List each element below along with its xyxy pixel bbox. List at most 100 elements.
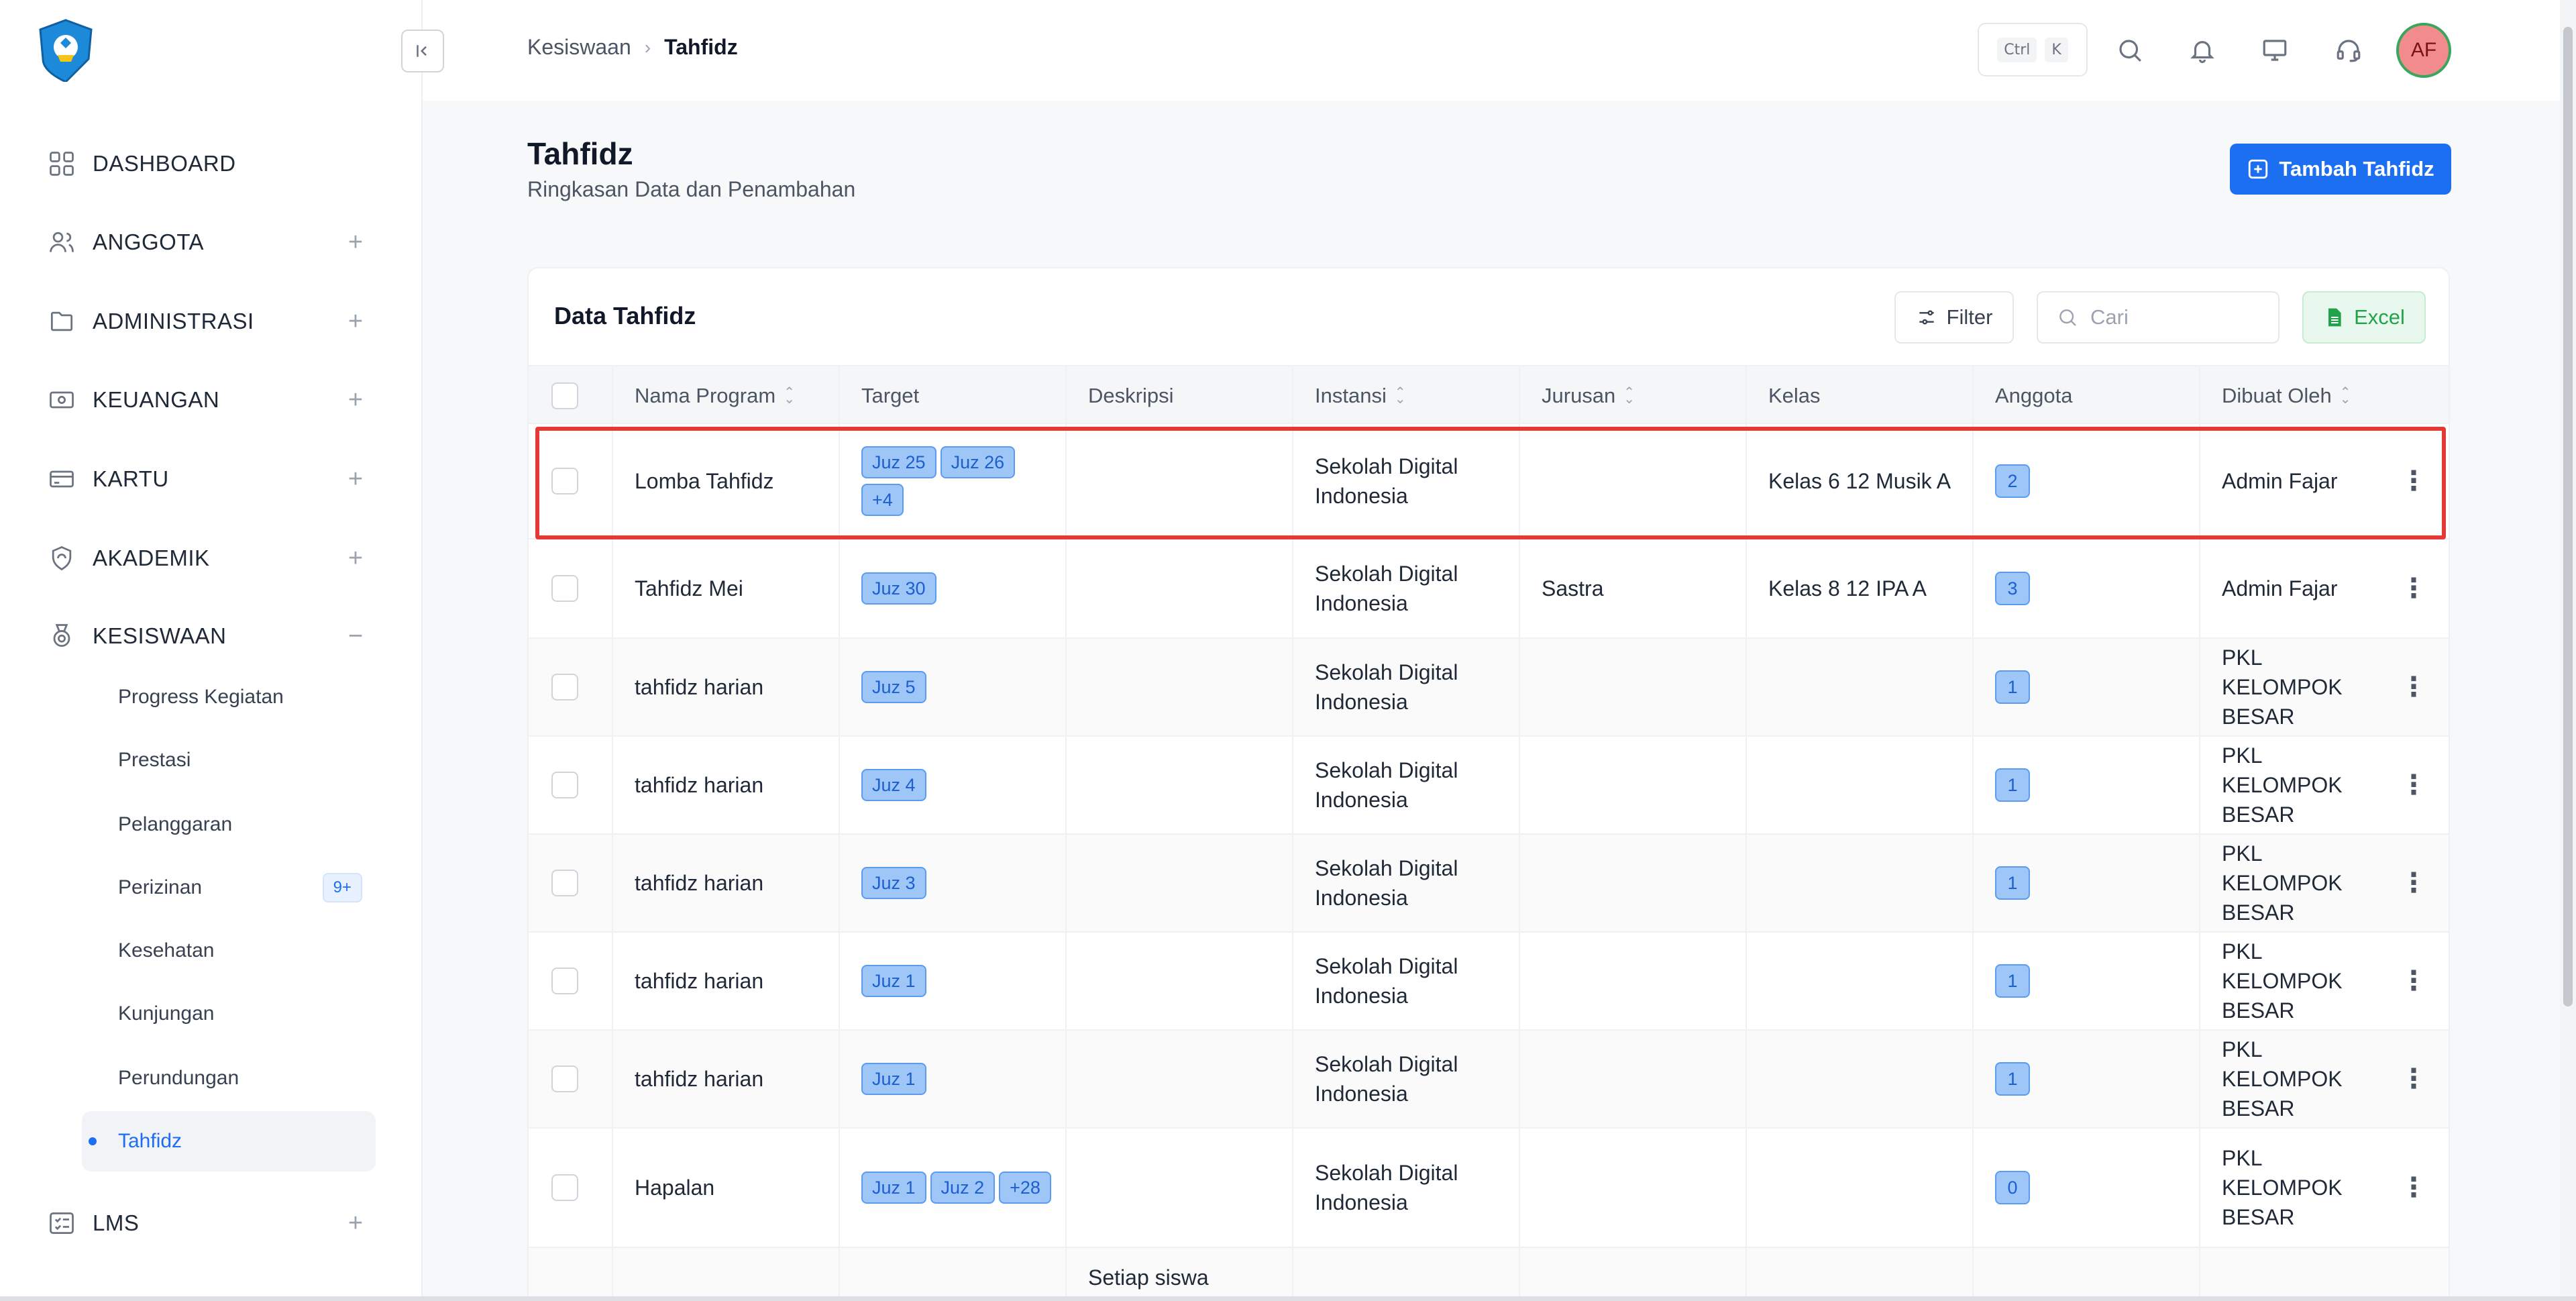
more-vertical-icon[interactable]: ⋮: [2400, 672, 2427, 702]
column-header[interactable]: Instansi ⌃ ⌄: [1315, 366, 1406, 425]
sidebar-sub-pelanggaran[interactable]: Pelanggaran: [82, 794, 376, 855]
more-vertical-icon[interactable]: ⋮: [2400, 574, 2427, 603]
column-header: Target: [861, 366, 919, 425]
expand-icon[interactable]: +: [342, 465, 369, 494]
table-row[interactable]: tahfidz harian Juz 4 Sekolah Digital Indon…: [529, 737, 2449, 835]
row-actions: ⋮: [2400, 835, 2427, 931]
headset-icon[interactable]: [2332, 34, 2365, 67]
sidebar-sub-kesehatan[interactable]: Kesehatan: [82, 921, 376, 981]
table-row[interactable]: tahfidz harian Juz 3 Sekolah Digital Indon…: [529, 835, 2449, 933]
more-vertical-icon[interactable]: ⋮: [2400, 1064, 2427, 1094]
anggota-count-badge[interactable]: 3: [1995, 572, 2030, 605]
sidebar-sub-kunjungan[interactable]: Kunjungan: [82, 984, 376, 1044]
table-row[interactable]: Lomba Tahfidz Juz 25 Juz 26 +4 Sekolah Digit…: [529, 424, 2449, 539]
more-vertical-icon[interactable]: ⋮: [2400, 770, 2427, 800]
anggota-count-badge[interactable]: 1: [1995, 866, 2030, 900]
sidebar-sub-perizinan[interactable]: Perizinan 9+: [82, 857, 376, 918]
more-vertical-icon[interactable]: ⋮: [2400, 966, 2427, 996]
expand-icon[interactable]: +: [342, 228, 369, 257]
breadcrumb: Kesiswaan › Tahfidz: [527, 35, 738, 60]
sidebar-sub-perundungan[interactable]: Perundungan: [82, 1048, 376, 1108]
anggota-count-badge[interactable]: 1: [1995, 964, 2030, 998]
anggota-count-badge[interactable]: 1: [1995, 768, 2030, 802]
row-select-cell: [551, 424, 578, 538]
anggota-count-badge[interactable]: 2: [1995, 464, 2030, 498]
row-select-cell: [551, 1129, 578, 1247]
column-header[interactable]: Jurusan ⌃ ⌄: [1542, 366, 1635, 425]
school-logo[interactable]: [34, 17, 98, 83]
add-tahfidz-button[interactable]: Tambah Tahfidz: [2230, 144, 2451, 195]
table-row[interactable]: Hapalan Juz 1 Juz 2 +28 Sekolah Digital Indo…: [529, 1129, 2449, 1248]
table-row[interactable]: Setiap siswa: [529, 1248, 2449, 1301]
anggota-count-badge[interactable]: 0: [1995, 1171, 2030, 1204]
table-row[interactable]: tahfidz harian Juz 1 Sekolah Digital Indon…: [529, 1031, 2449, 1129]
expand-icon[interactable]: +: [342, 544, 369, 573]
table-header: Nama Program ⌃ ⌄ Target Deskripsi Instansi ⌃ ⌄ J…: [529, 365, 2449, 425]
table-row[interactable]: Tahfidz Mei Juz 30 Sekolah Digital Indones…: [529, 539, 2449, 639]
cell-instansi: [1315, 1248, 1515, 1301]
select-all-checkbox[interactable]: [551, 382, 578, 409]
row-actions: ⋮: [2400, 424, 2427, 538]
command-palette-button[interactable]: Ctrl K: [1978, 23, 2088, 76]
row-checkbox[interactable]: [551, 772, 578, 798]
sort-icon[interactable]: ⌃ ⌄: [784, 386, 795, 406]
table-row[interactable]: tahfidz harian Juz 1 Sekolah Digital Indon…: [529, 933, 2449, 1031]
sidebar-sub-label: Kesehatan: [118, 939, 215, 961]
column-divider: [2199, 365, 2200, 1301]
row-select-cell: [551, 835, 578, 931]
row-checkbox[interactable]: [551, 870, 578, 896]
sort-icon[interactable]: ⌃ ⌄: [1395, 386, 1406, 406]
row-checkbox[interactable]: [551, 1174, 578, 1201]
anggota-count-badge[interactable]: 1: [1995, 1062, 2030, 1096]
filter-button[interactable]: Filter: [1894, 291, 2014, 344]
row-checkbox[interactable]: [551, 468, 578, 495]
sidebar-item-lms[interactable]: LMS +: [47, 1203, 369, 1243]
expand-icon[interactable]: +: [342, 386, 369, 415]
more-vertical-icon[interactable]: ⋮: [2400, 868, 2427, 898]
cell-nama-program: tahfidz harian: [635, 675, 764, 699]
cell-target: Juz 30: [861, 539, 1059, 637]
column-header[interactable]: Nama Program ⌃ ⌄: [635, 366, 795, 425]
search-icon[interactable]: [2113, 34, 2147, 67]
sidebar-item-dashboard[interactable]: DASHBOARD: [47, 144, 369, 184]
active-dot: [89, 1137, 97, 1145]
cell-target: Juz 5: [861, 639, 1059, 735]
expand-icon[interactable]: +: [342, 307, 369, 336]
breadcrumb-kesiswaan[interactable]: Kesiswaan: [527, 35, 631, 60]
sidebar-item-keuangan[interactable]: KEUANGAN +: [47, 380, 369, 420]
sidebar-sub-tahfidz[interactable]: Tahfidz: [82, 1111, 376, 1172]
row-checkbox[interactable]: [551, 674, 578, 700]
more-vertical-icon[interactable]: ⋮: [2400, 1173, 2427, 1202]
column-header[interactable]: Dibuat Oleh ⌃ ⌄: [2222, 366, 2351, 425]
anggota-count-badge[interactable]: 1: [1995, 670, 2030, 704]
table-row[interactable]: tahfidz harian Juz 5 Sekolah Digital Indon…: [529, 639, 2449, 737]
monitor-icon[interactable]: [2258, 34, 2292, 67]
more-vertical-icon[interactable]: ⋮: [2400, 466, 2427, 496]
search-input[interactable]: Cari: [2037, 291, 2279, 344]
cell-nama-program: [635, 1248, 835, 1301]
collapse-icon[interactable]: −: [342, 622, 369, 651]
sidebar-item-administrasi[interactable]: ADMINISTRASI +: [47, 301, 369, 342]
sidebar-item-anggota[interactable]: ANGGOTA +: [47, 222, 369, 262]
vertical-scrollbar[interactable]: [2560, 0, 2576, 1301]
bell-icon[interactable]: [2186, 34, 2219, 67]
sidebar-sub-prestasi[interactable]: Prestasi: [82, 730, 376, 790]
sidebar-item-kesiswaan[interactable]: KESISWAAN −: [47, 616, 369, 656]
column-divider: [612, 365, 613, 1301]
sort-icon[interactable]: ⌃ ⌄: [2340, 386, 2351, 406]
row-checkbox[interactable]: [551, 968, 578, 994]
sidebar-sub-progress-kegiatan[interactable]: Progress Kegiatan: [82, 667, 376, 727]
row-checkbox[interactable]: [551, 575, 578, 602]
row-actions: ⋮: [2400, 1129, 2427, 1247]
scrollbar-thumb[interactable]: [2563, 27, 2573, 1006]
sort-icon[interactable]: ⌃ ⌄: [1623, 386, 1635, 406]
excel-export-button[interactable]: Excel: [2302, 291, 2426, 344]
collapse-sidebar-button[interactable]: [401, 30, 444, 72]
expand-icon[interactable]: +: [342, 1209, 369, 1238]
row-checkbox[interactable]: [551, 1065, 578, 1092]
cell-dibuat-oleh: PKL KELOMPOK BESAR: [2222, 645, 2343, 729]
sidebar-item-akademik[interactable]: AKADEMIK +: [47, 538, 369, 578]
avatar[interactable]: AF: [2396, 23, 2451, 78]
sidebar-item-kartu[interactable]: KARTU +: [47, 459, 369, 499]
cell-nama-program: tahfidz harian: [635, 1067, 764, 1091]
